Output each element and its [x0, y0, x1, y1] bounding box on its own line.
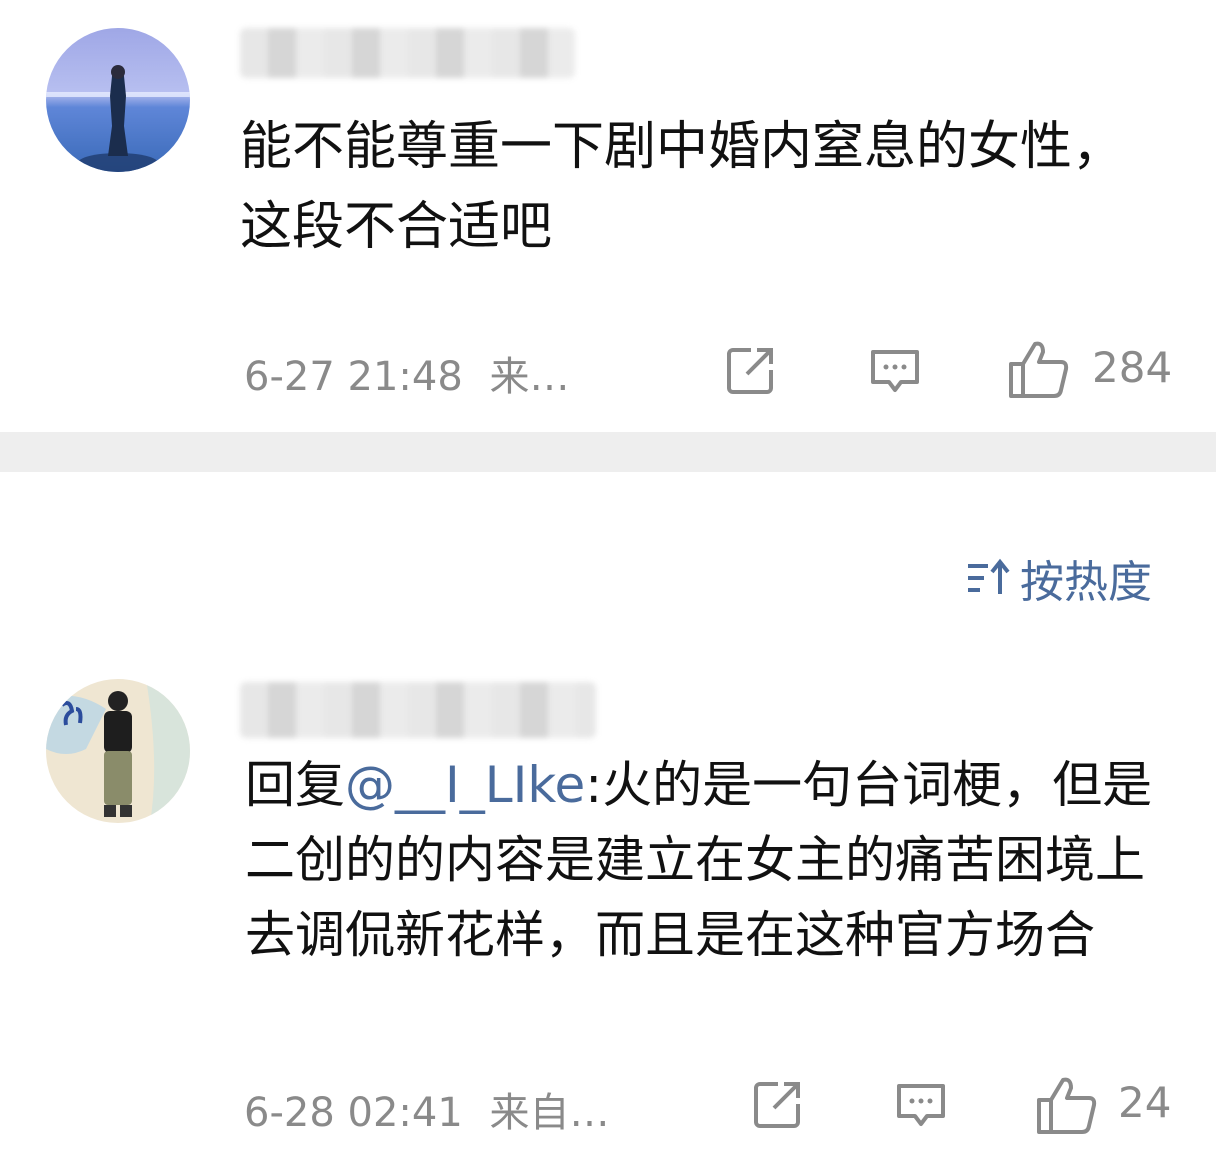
- sort-icon: [968, 558, 1010, 594]
- section-divider: [0, 432, 1216, 472]
- sort-button[interactable]: 按热度: [966, 546, 1152, 610]
- like-count: 24: [1118, 1078, 1172, 1127]
- share-icon[interactable]: [750, 1076, 806, 1132]
- like-icon[interactable]: [1007, 338, 1071, 400]
- comment-source: 来自…: [489, 1090, 610, 1136]
- like-icon[interactable]: [1035, 1074, 1099, 1136]
- comment-meta: 6-28 02:41 来自…: [244, 1080, 610, 1138]
- username-blurred[interactable]: [240, 682, 596, 738]
- comment-item: 能不能尊重一下剧中婚内窒息的女性，这段不合适吧 6-27 21:48 来… 28…: [0, 0, 1216, 432]
- comment-time: 6-27 21:48: [244, 354, 463, 400]
- comment-text: 回复@__I_LIke:火的是一句台词梗，但是二创的的内容是建立在女主的痛苦困境…: [245, 748, 1165, 973]
- comment-time: 6-28 02:41: [244, 1090, 463, 1136]
- avatar-woman-by-sea-icon: [46, 28, 190, 172]
- share-icon[interactable]: [723, 342, 779, 398]
- like-count: 284: [1092, 343, 1173, 392]
- avatar[interactable]: [46, 28, 190, 172]
- reply-prefix: 回复: [245, 756, 345, 814]
- sort-label: 按热度: [1020, 557, 1152, 608]
- avatar[interactable]: [46, 679, 190, 823]
- comment-icon[interactable]: [893, 1076, 949, 1132]
- comment-meta: 6-27 21:48 来…: [244, 344, 570, 402]
- comment-item: 回复@__I_LIke:火的是一句台词梗，但是二创的的内容是建立在女主的痛苦困境…: [0, 672, 1216, 1152]
- avatar-person-standing-icon: [46, 679, 190, 823]
- username-blurred[interactable]: [240, 28, 575, 78]
- comment-text: 能不能尊重一下剧中婚内窒息的女性，这段不合适吧: [240, 117, 1125, 257]
- comment-icon[interactable]: [867, 342, 923, 398]
- sort-bar: 按热度: [0, 472, 1216, 672]
- mention-link[interactable]: @__I_LIke: [345, 756, 585, 814]
- comment-list: 能不能尊重一下剧中婚内窒息的女性，这段不合适吧 6-27 21:48 来… 28…: [0, 0, 1216, 1152]
- comment-source: 来…: [489, 354, 570, 400]
